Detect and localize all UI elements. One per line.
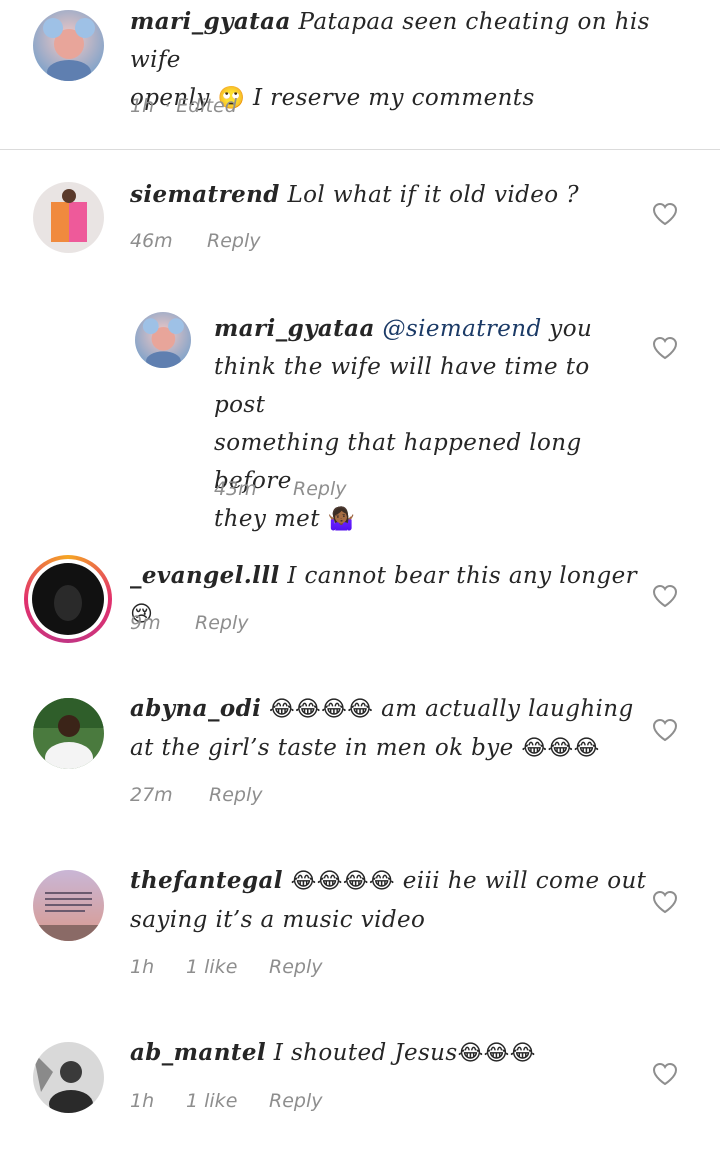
comment-item: ab_mantel I shouted Jesus😂😂😂 1h 1 like Rep… (0, 1024, 720, 1144)
comment-meta: 46m Reply (130, 230, 260, 252)
avatar (32, 563, 104, 635)
avatar[interactable] (33, 698, 104, 769)
story-ring[interactable] (24, 555, 112, 643)
comment-meta: 43m Reply (214, 478, 346, 500)
comment-message: I cannot bear this any longer (287, 563, 637, 589)
timestamp: 1h (130, 95, 155, 117)
timestamp: 9m (130, 612, 161, 634)
reply-button[interactable]: Reply (293, 478, 346, 500)
mention-link[interactable]: @siematrend (383, 316, 542, 342)
comment-line2: at the girl’s taste in men ok bye (130, 735, 514, 761)
reply-line4: they met (214, 506, 320, 532)
comment-message: Lol what if it old video ? (287, 182, 579, 208)
likes-count[interactable]: 1 like (186, 956, 269, 978)
comment-item: abyna_odi 😂😂😂😂 am actually laughing at t… (0, 680, 720, 820)
comment-text: abyna_odi 😂😂😂😂 am actually laughing at t… (130, 690, 650, 768)
comment-item: _evangel.lll I cannot bear this any long… (0, 545, 720, 655)
comment-text: thefantegal 😂😂😂😂 eiii he will come out s… (130, 862, 650, 939)
laughing-emoji: 😂😂😂😂 (268, 697, 374, 722)
avatar-image (33, 10, 104, 81)
comment-line2: saying it’s a music video (130, 907, 426, 933)
caption: mari_gyataa Patapaa seen cheating on his… (0, 0, 720, 149)
heart-outline-icon[interactable] (652, 336, 678, 360)
reply-button[interactable]: Reply (269, 1090, 322, 1112)
heart-outline-icon[interactable] (652, 202, 678, 226)
caption-meta: 1h · Edited (130, 95, 237, 117)
username[interactable]: ab_mantel (130, 1039, 266, 1066)
avatar[interactable] (33, 10, 104, 81)
comment-item: siematrend Lol what if it old video ? 46… (0, 150, 720, 280)
comment-meta: 1h 1 like Reply (130, 1090, 322, 1112)
avatar[interactable] (33, 182, 104, 253)
comment-meta: 1h 1 like Reply (130, 956, 322, 978)
heart-outline-icon[interactable] (652, 890, 678, 914)
laughing-emoji: 😂😂😂 (457, 1041, 536, 1066)
avatar-image (33, 182, 104, 253)
avatar[interactable] (135, 312, 191, 368)
heart-outline-icon[interactable] (652, 584, 678, 608)
reply-line1: you (549, 316, 593, 342)
username[interactable]: mari_gyataa (130, 8, 291, 35)
comment-message: I shouted Jesus (273, 1040, 458, 1066)
comment-meta: 9m Reply (130, 612, 248, 634)
avatar-image (33, 1042, 104, 1113)
comment-line1: eiii he will come out (402, 868, 647, 894)
timestamp: 46m (130, 230, 173, 252)
avatar[interactable] (33, 870, 104, 941)
shrug-emoji: 🤷🏾‍♀️ (327, 507, 356, 532)
reply-button[interactable]: Reply (209, 784, 262, 806)
avatar-image (32, 563, 104, 635)
timestamp: 1h (130, 1090, 155, 1112)
comment-line1: am actually laughing (381, 696, 634, 722)
laughing-emoji: 😂😂😂 (521, 736, 600, 761)
reply-line2: think the wife will have time to post (214, 354, 590, 418)
reply-text: mari_gyataa @siematrend you think the wi… (214, 310, 634, 539)
username[interactable]: siematrend (130, 181, 280, 208)
username[interactable]: _evangel.lll (130, 562, 280, 589)
avatar-image (135, 312, 191, 368)
username[interactable]: mari_gyataa (214, 315, 375, 342)
avatar-image (33, 698, 104, 769)
timestamp: 27m (130, 784, 173, 806)
laughing-emoji: 😂😂😂😂 (290, 869, 396, 894)
username[interactable]: abyna_odi (130, 695, 261, 722)
avatar-image (33, 870, 104, 941)
comment-item: thefantegal 😂😂😂😂 eiii he will come out s… (0, 852, 720, 992)
timestamp: 43m (214, 478, 257, 500)
username[interactable]: thefantegal (130, 867, 283, 894)
reply-button[interactable]: Reply (195, 612, 248, 634)
reply-button[interactable]: Reply (207, 230, 260, 252)
heart-outline-icon[interactable] (652, 1062, 678, 1086)
edited-label: · Edited (164, 95, 237, 117)
avatar[interactable] (33, 1042, 104, 1113)
caption-line2b: I reserve my comments (252, 85, 535, 111)
timestamp: 1h (130, 956, 155, 978)
comment-meta: 27m Reply (130, 784, 262, 806)
heart-outline-icon[interactable] (652, 718, 678, 742)
reply-button[interactable]: Reply (269, 956, 322, 978)
likes-count[interactable]: 1 like (186, 1090, 269, 1112)
comment-text: siematrend Lol what if it old video ? (130, 176, 630, 214)
reply-item: mari_gyataa @siematrend you think the wi… (0, 295, 720, 532)
comment-text: ab_mantel I shouted Jesus😂😂😂 (130, 1034, 650, 1073)
